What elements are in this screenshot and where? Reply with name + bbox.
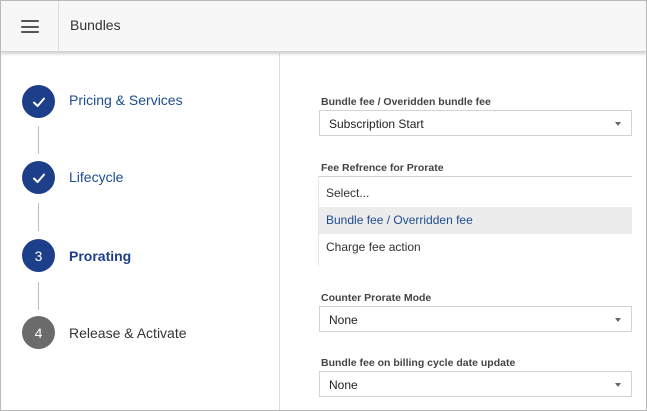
fee-reference-label: Fee Refrence for Prorate: [321, 162, 444, 174]
dropdown-option-bundle-fee[interactable]: Bundle fee / Overridden fee: [319, 207, 632, 234]
chevron-down-icon: [615, 318, 621, 322]
counter-prorate-select[interactable]: None: [319, 306, 632, 332]
billing-cycle-value: None: [329, 378, 358, 392]
step-1-label[interactable]: Pricing & Services: [69, 92, 183, 108]
dropdown-option-charge-fee[interactable]: Charge fee action: [319, 234, 632, 261]
step-3-circle[interactable]: 3: [22, 239, 55, 272]
step-4-label[interactable]: Release & Activate: [69, 325, 187, 341]
check-icon: [32, 97, 45, 107]
step-4-circle[interactable]: 4: [22, 316, 55, 349]
step-2-label[interactable]: Lifecycle: [69, 169, 123, 185]
page-title: Bundles: [70, 17, 121, 33]
chevron-down-icon: [615, 122, 621, 126]
hamburger-menu-icon: [20, 20, 39, 33]
bundle-fee-select[interactable]: Subscription Start: [319, 110, 632, 136]
step-connector: [38, 126, 39, 154]
counter-prorate-value: None: [329, 313, 358, 327]
wizard-stepper: Pricing & Services Lifecycle 3 Prorating…: [1, 53, 280, 410]
dropdown-placeholder[interactable]: Select...: [319, 180, 632, 207]
step-2-circle[interactable]: [22, 161, 55, 194]
bundle-fee-value: Subscription Start: [329, 117, 424, 131]
billing-cycle-label: Bundle fee on billing cycle date update: [321, 357, 516, 369]
app-window: Bundles Pricing & Services Lifecycle 3 P…: [0, 0, 647, 411]
billing-cycle-select[interactable]: None: [319, 371, 632, 397]
top-bar: Bundles: [1, 1, 646, 52]
counter-prorate-label: Counter Prorate Mode: [321, 292, 432, 304]
menu-button[interactable]: [1, 1, 59, 52]
bundle-fee-label: Bundle fee / Overidden bundle fee: [321, 96, 491, 108]
prorating-form: Bundle fee / Overidden bundle fee Subscr…: [281, 53, 646, 410]
step-3-label[interactable]: Prorating: [69, 248, 131, 264]
step-connector: [38, 203, 39, 231]
chevron-down-icon: [615, 383, 621, 387]
fee-reference-dropdown[interactable]: Select... Bundle fee / Overridden fee Ch…: [319, 176, 632, 266]
step-connector: [38, 282, 39, 310]
check-icon: [32, 173, 45, 183]
step-1-circle[interactable]: [22, 85, 55, 118]
